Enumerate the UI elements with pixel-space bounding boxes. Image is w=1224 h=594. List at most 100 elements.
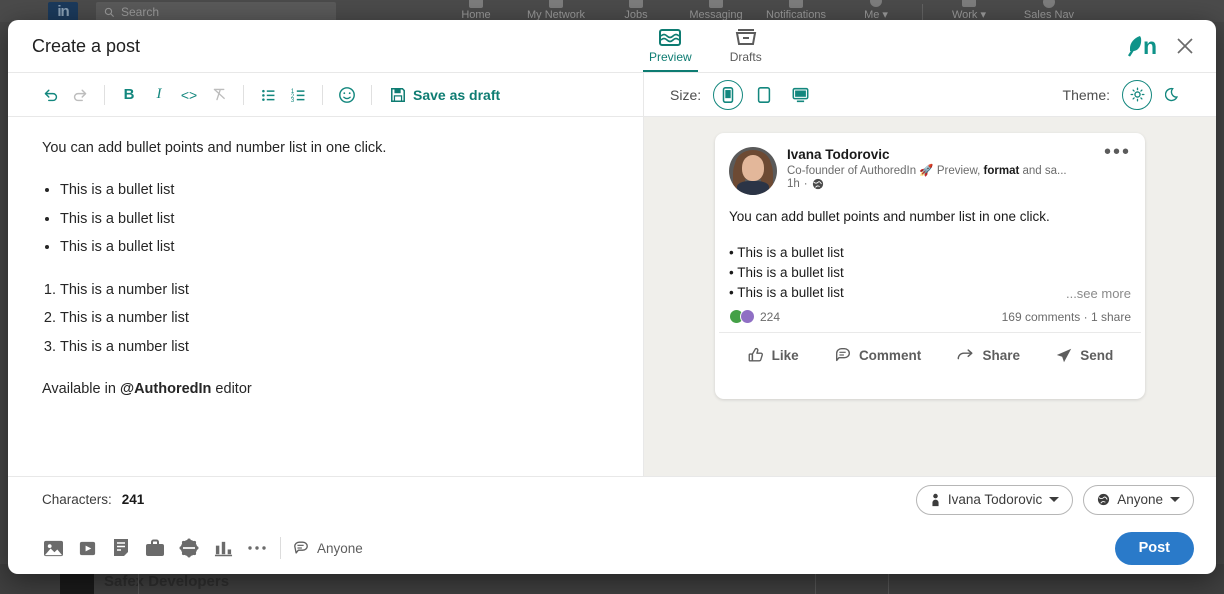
post-author-name[interactable]: Ivana Todorovic: [787, 147, 1104, 162]
author-selector-dropdown[interactable]: Ivana Todorovic: [915, 484, 1074, 515]
tab-drafts[interactable]: Drafts: [724, 23, 768, 72]
toolbar-separator-1: [104, 84, 105, 105]
authoredin-logo-text: n: [1142, 32, 1157, 59]
post-meta-dot: ·: [803, 178, 808, 190]
theme-dark-button[interactable]: [1158, 80, 1188, 110]
size-desktop-button[interactable]: [785, 80, 815, 110]
share-button[interactable]: Share: [948, 341, 1028, 369]
thumbs-up-icon: [748, 348, 763, 362]
avatar-body: [737, 181, 769, 195]
poll-icon: [214, 541, 232, 556]
editor-bullet-list: This is a bullet list This is a bullet l…: [60, 179, 617, 258]
undo-button[interactable]: [36, 81, 64, 109]
add-document-button[interactable]: [104, 533, 138, 563]
post-meta: 1h ·: [787, 178, 1104, 190]
search-icon: [104, 7, 115, 17]
add-image-button[interactable]: [36, 533, 70, 563]
editor-number-item: This is a number list: [60, 279, 617, 301]
bullet-list-icon: [261, 89, 274, 101]
background-nav-notifications[interactable]: Notifications: [756, 0, 836, 22]
editor-bullet-item: This is a bullet list: [60, 208, 617, 230]
save-as-draft-label: Save as draft: [413, 86, 501, 103]
close-icon: [1177, 38, 1193, 54]
post-header: Ivana Todorovic Co-founder of AuthoredIn…: [715, 133, 1145, 195]
preview-tabs: Preview Drafts: [643, 23, 768, 72]
modal-header: Create a post Preview Drafts n: [8, 20, 1216, 73]
image-icon: [43, 540, 63, 556]
bold-button[interactable]: B: [115, 81, 143, 109]
background-nav-messaging[interactable]: Messaging: [676, 0, 756, 22]
mobile-icon: [722, 86, 734, 103]
close-button[interactable]: [1174, 35, 1196, 57]
size-tablet-button[interactable]: [749, 80, 779, 110]
redo-button[interactable]: [66, 81, 94, 109]
background-nav-me[interactable]: Me ▾: [836, 0, 916, 22]
background-nav-jobs[interactable]: Jobs: [596, 0, 676, 22]
bullet-list-button[interactable]: [254, 81, 282, 109]
clear-formatting-button[interactable]: [205, 81, 233, 109]
bold-label: B: [123, 86, 135, 103]
preview-icon: [659, 29, 682, 46]
post-button[interactable]: Post: [1114, 531, 1194, 565]
add-job-button[interactable]: [138, 533, 172, 563]
editor-bullet-item: This is a bullet list: [60, 236, 617, 258]
code-label: <>: [180, 86, 198, 103]
more-options-button[interactable]: [240, 533, 274, 563]
background-top-nav: in Search Home My Network Jobs Messaging…: [0, 0, 1224, 22]
video-icon: [79, 541, 95, 555]
editor-mention: @AuthoredIn: [119, 381, 212, 398]
size-label: Size:: [670, 86, 702, 103]
post-stats-row: 224 169 comments · 1 share: [715, 303, 1145, 332]
add-poll-button[interactable]: [206, 533, 240, 563]
save-as-draft-button[interactable]: Save as draft: [390, 87, 500, 103]
numbered-list-button[interactable]: 1 2 3: [284, 81, 312, 109]
page-title: Create a post: [32, 35, 141, 56]
size-mobile-button[interactable]: [713, 79, 744, 110]
italic-label: I: [156, 86, 162, 102]
audience-selector-dropdown[interactable]: Anyone: [1083, 484, 1194, 515]
code-button[interactable]: <>: [175, 81, 203, 109]
reaction-icons[interactable]: [729, 309, 755, 325]
preview-toolbar: Size: Theme:: [644, 73, 1216, 116]
background-nav-home[interactable]: Home: [436, 0, 516, 22]
emoji-button[interactable]: [333, 81, 361, 109]
reaction-count[interactable]: 224: [760, 310, 780, 324]
toolbars-row: B I <> 1 2 3 Save as draft Size: Theme:: [8, 73, 1216, 117]
home-icon: [469, 0, 483, 8]
background-nav-network[interactable]: My Network: [516, 0, 596, 22]
comment-icon: [294, 541, 308, 554]
tab-preview[interactable]: Preview: [643, 23, 698, 72]
post-more-menu-button[interactable]: •••: [1104, 142, 1131, 195]
background-feed-title: Safex Developers: [104, 572, 230, 590]
comment-permission-selector[interactable]: Anyone: [293, 540, 363, 556]
more-icon: [248, 546, 266, 550]
editor-number-item: This is a number list: [60, 336, 617, 358]
toolbar-separator-2: [243, 84, 244, 105]
background-search-input[interactable]: Search: [96, 2, 336, 22]
avatar-face: [742, 155, 764, 181]
tab-drafts-label: Drafts: [729, 50, 762, 64]
theme-light-button[interactable]: [1122, 79, 1152, 110]
like-button[interactable]: Like: [739, 341, 807, 369]
characters-label: Characters:: [42, 492, 112, 507]
add-video-button[interactable]: [70, 533, 104, 563]
post-bullet-line: • This is a bullet list: [729, 265, 844, 281]
italic-button[interactable]: I: [145, 81, 173, 109]
add-celebrate-button[interactable]: [172, 533, 206, 563]
see-more-link[interactable]: ...see more: [1061, 283, 1131, 304]
sun-icon: [1129, 87, 1145, 102]
characters-count: 241: [121, 492, 145, 507]
undo-icon: [44, 89, 57, 102]
background-nav-work[interactable]: Work ▾: [929, 0, 1009, 22]
create-post-modal: Create a post Preview Drafts n B I <> 1 …: [8, 20, 1216, 574]
background-nav-salesnav[interactable]: Sales Nav: [1009, 0, 1089, 22]
post-engagement-stats[interactable]: 169 comments · 1 share: [1002, 310, 1131, 324]
author-selector-label: Ivana Todorovic: [947, 492, 1043, 507]
send-button[interactable]: Send: [1047, 341, 1121, 369]
person-icon: [932, 493, 939, 506]
globe-icon: [1098, 493, 1110, 506]
share-label: Share: [982, 347, 1021, 363]
post-editor-textarea[interactable]: You can add bullet points and number lis…: [8, 117, 644, 476]
comment-button[interactable]: Comment: [826, 341, 929, 369]
send-icon: [1057, 348, 1072, 363]
